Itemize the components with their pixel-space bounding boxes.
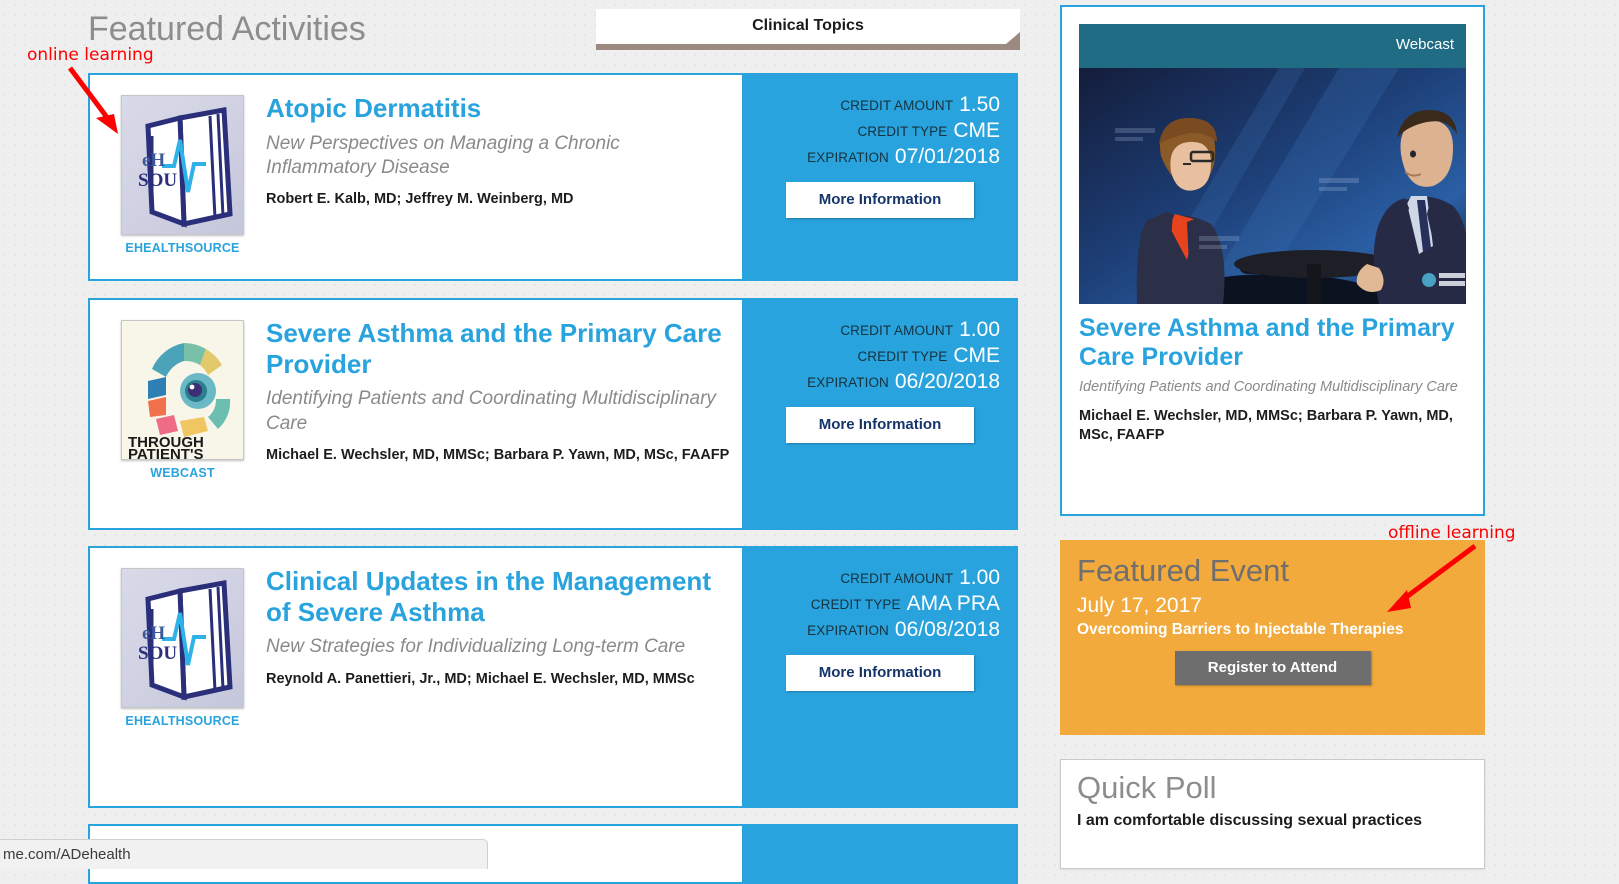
activity-card-main: eH SOU EHEALTHSOURCE Atopic Dermatitis N… [90, 75, 746, 279]
expiration-value: 07/01/2018 [894, 145, 1000, 169]
quick-poll-question: I am comfortable discussing sexual pract… [1077, 811, 1423, 829]
activity-subtitle: New Perspectives on Managing a Chronic I… [266, 132, 620, 178]
activity-thumbnail-caption: EHEALTHSOURCE [125, 714, 240, 728]
activity-card-meta: CREDIT AMOUNT 1.00 CREDIT TYPE AMA PRA EXP… [742, 548, 1016, 806]
activity-thumbnail-block[interactable]: eH SOU EHEALTHSOURCE [115, 568, 250, 728]
webcast-badge-label: Webcast [1395, 36, 1454, 53]
sidebar-webcast-card[interactable]: Webcast Severe Asthma and the Primary Ca… [1060, 5, 1485, 516]
svg-text:PATIENT'S: PATIENT'S [128, 446, 204, 460]
activity-card-main: eH SOU EHEALTHSOURCE Clinical Updates in… [90, 548, 746, 806]
credit-type-row: CREDIT TYPE CME [807, 344, 1000, 368]
expiration-row: EXPIRATION 07/01/2018 [807, 145, 1000, 169]
credit-type-row: CREDIT TYPE CME [807, 119, 1000, 143]
expiration-value: 06/08/2018 [894, 618, 1000, 642]
clinical-topics-dropdown[interactable]: Clinical Topics [596, 9, 1020, 50]
activity-card-meta: CREDIT AMOUNT 1.00 CREDIT TYPE CME EXPIRAT… [742, 300, 1016, 528]
credit-amount-label: CREDIT AMOUNT [840, 571, 954, 586]
webcast-photo-svg [1079, 68, 1466, 304]
credit-type-value: CME [953, 344, 1000, 368]
activity-thumbnail-block[interactable]: eH SOU EHEALTHSOURCE [115, 95, 250, 255]
expiration-label: EXPIRATION [807, 623, 889, 639]
featured-event-date: July 17, 2017 [1077, 594, 1202, 618]
featured-event-name: Overcoming Barriers to Injectable Therap… [1077, 621, 1404, 639]
sidebar-webcast-subtitle: Identifying Patients and Coordinating Mu… [1079, 379, 1458, 395]
more-information-button[interactable]: More Information [786, 407, 974, 443]
activity-card[interactable]: eH SOU EHEALTHSOURCE Atopic Dermatitis N… [88, 73, 1018, 281]
activity-thumbnail-caption: EHEALTHSOURCE [125, 241, 240, 255]
activity-authors: Reynold A. Panettieri, Jr., MD; Michael … [266, 670, 695, 687]
more-information-button[interactable]: More Information [786, 182, 974, 218]
credit-type-value: CME [953, 119, 1000, 143]
activity-title[interactable]: Clinical Updates in the Management of Se… [266, 566, 730, 627]
clinical-topics-corner-notch [1006, 32, 1020, 44]
activity-title[interactable]: Severe Asthma and the Primary Care Provi… [266, 318, 730, 379]
activity-thumbnail-caption: WEBCAST [150, 466, 215, 480]
credit-amount-value: 1.00 [959, 566, 1000, 589]
browser-status-bar: me.com/ADehealth [0, 839, 488, 869]
activity-card-meta [742, 826, 1016, 882]
annotation-online-learning: online learning [27, 45, 154, 65]
credit-amount-label: CREDIT AMOUNT [840, 98, 954, 113]
webcast-badge-bar: Webcast [1079, 24, 1466, 68]
more-information-button[interactable]: More Information [786, 655, 974, 691]
credit-amount-value: 1.00 [959, 318, 1000, 341]
sidebar-webcast-title[interactable]: Severe Asthma and the Primary Care Provi… [1079, 314, 1466, 372]
activity-authors: Michael E. Wechsler, MD, MMSc; Barbara P… [266, 446, 730, 463]
credit-type-label: CREDIT TYPE [857, 349, 948, 365]
credit-amount-value: 1.50 [959, 93, 1000, 116]
activity-thumbnail-block[interactable]: THROUGH PATIENT'S WEBCAST [115, 320, 250, 480]
credit-type-label: CREDIT TYPE [810, 597, 901, 613]
sidebar-webcast-authors: Michael E. Wechsler, MD, MMSc; Barbara P… [1079, 407, 1453, 444]
credit-type-label: CREDIT TYPE [857, 124, 948, 140]
activity-card[interactable]: eH SOU EHEALTHSOURCE Clinical Updates in… [88, 546, 1018, 808]
annotation-offline-learning: offline learning [1388, 523, 1516, 543]
featured-activities-column: Featured Activities Clinical Topics eH S… [0, 0, 1050, 884]
expiration-label: EXPIRATION [807, 375, 889, 391]
credit-type-value: AMA PRA [906, 592, 1000, 616]
quick-poll-panel: Quick Poll I am comfortable discussing s… [1060, 759, 1485, 869]
page-root: Featured Activities Clinical Topics eH S… [0, 0, 1619, 884]
activity-meta-list: CREDIT AMOUNT 1.50 CREDIT TYPE CME EXPIRAT… [807, 93, 1000, 171]
ehealthsource-logo-icon: eH SOU [121, 95, 244, 235]
expiration-row: EXPIRATION 06/20/2018 [807, 370, 1000, 394]
clinical-topics-underline [596, 44, 1020, 50]
svg-text:SOU: SOU [138, 170, 177, 191]
activity-text-block: Clinical Updates in the Management of Se… [266, 566, 730, 689]
activity-card-main: THROUGH PATIENT'S WEBCAST Severe Asthma … [90, 300, 746, 528]
quick-poll-heading: Quick Poll [1077, 770, 1217, 805]
through-your-patients-eyes-logo-icon: THROUGH PATIENT'S [121, 320, 244, 460]
featured-event-heading: Featured Event [1077, 553, 1289, 588]
featured-event-panel: Featured Event July 17, 2017 Overcoming … [1060, 540, 1485, 735]
credit-amount-label: CREDIT AMOUNT [840, 323, 954, 338]
svg-text:eH: eH [142, 623, 165, 644]
activity-text-block: Atopic Dermatitis New Perspectives on Ma… [266, 93, 730, 210]
activity-meta-list: CREDIT AMOUNT 1.00 CREDIT TYPE AMA PRA EXP… [807, 566, 1000, 644]
activity-title[interactable]: Atopic Dermatitis [266, 93, 730, 124]
activity-card[interactable]: THROUGH PATIENT'S WEBCAST Severe Asthma … [88, 298, 1018, 530]
ehealthsource-logo-icon: eH SOU [121, 568, 244, 708]
page-title: Featured Activities [88, 10, 366, 48]
ehealthsource-logo-svg: eH SOU [138, 580, 233, 701]
activity-text-block: Severe Asthma and the Primary Care Provi… [266, 318, 730, 466]
activity-subtitle: New Strategies for Individualizing Long-… [266, 636, 686, 658]
credit-amount-row: CREDIT AMOUNT 1.50 [807, 93, 1000, 117]
activity-card-meta: CREDIT AMOUNT 1.50 CREDIT TYPE CME EXPIRAT… [742, 75, 1016, 279]
expiration-row: EXPIRATION 06/08/2018 [807, 618, 1000, 642]
credit-type-row: CREDIT TYPE AMA PRA [807, 592, 1000, 616]
clinical-topics-label: Clinical Topics [752, 17, 864, 34]
svg-text:eH: eH [142, 150, 165, 171]
through-your-patients-eyes-logo-svg: THROUGH PATIENT'S [128, 343, 231, 460]
credit-amount-row: CREDIT AMOUNT 1.00 [807, 566, 1000, 590]
svg-text:SOU: SOU [138, 643, 177, 664]
expiration-label: EXPIRATION [807, 150, 889, 166]
activity-authors: Robert E. Kalb, MD; Jeffrey M. Weinberg,… [266, 191, 574, 208]
activity-meta-list: CREDIT AMOUNT 1.00 CREDIT TYPE CME EXPIRAT… [807, 318, 1000, 396]
register-to-attend-button[interactable]: Register to Attend [1174, 651, 1371, 686]
activity-subtitle: Identifying Patients and Coordinating Mu… [266, 388, 716, 434]
webcast-thumbnail-image[interactable] [1079, 68, 1466, 304]
ehealthsource-logo-svg: eH SOU [138, 107, 233, 228]
expiration-value: 06/20/2018 [894, 370, 1000, 394]
sidebar-webcast-text: Severe Asthma and the Primary Care Provi… [1062, 304, 1483, 460]
credit-amount-row: CREDIT AMOUNT 1.00 [807, 318, 1000, 342]
